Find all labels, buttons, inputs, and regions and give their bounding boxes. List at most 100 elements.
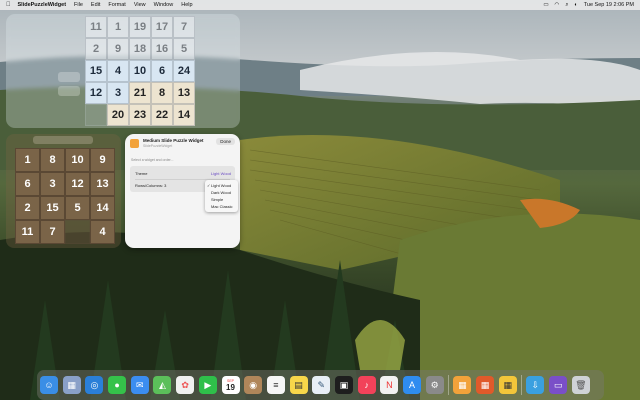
search-icon[interactable]: ⌕ [565, 2, 568, 9]
theme-option-dark-wood[interactable]: Dark Wood [205, 189, 238, 196]
facetime-icon[interactable]: ▶ [198, 376, 217, 394]
menu-app-name[interactable]: SlidePuzzleWidget [18, 2, 67, 8]
puzzle-tile[interactable]: 16 [151, 38, 173, 60]
option-label: Simple [211, 197, 224, 202]
tv-icon[interactable]: ▣ [334, 376, 353, 394]
puzzle-tile[interactable]: 13 [173, 82, 195, 104]
screenshots-icon[interactable]: ▭ [549, 376, 568, 394]
apple-menu-icon[interactable]:  [6, 2, 11, 8]
messages-icon[interactable]: ● [108, 376, 127, 394]
panel-header: Medium Slide Puzzle Widget SlidePuzzleWi… [130, 138, 203, 148]
music-icon[interactable]: ♪ [357, 376, 376, 394]
puzzle-app-icon[interactable]: ▦ [453, 376, 472, 394]
menu-extras: ▭ ◠ ⌕ ◐ Tue Sep 19 2:06 PM [543, 2, 634, 9]
large-slide-puzzle-widget[interactable]: 11 1 19 17 7 2 9 18 16 5 15 4 10 6 24 12… [6, 14, 240, 128]
puzzle-tile[interactable]: 8 [151, 82, 173, 104]
puzzle-tile[interactable]: 15 [85, 60, 107, 82]
launchpad-icon[interactable]: ▦ [62, 376, 81, 394]
puzzle-empty-slot[interactable] [85, 104, 107, 126]
reminders-icon[interactable]: ≡ [266, 376, 285, 394]
puzzle-tile[interactable]: 2 [85, 38, 107, 60]
control-center-icon[interactable]: ◐ [574, 2, 577, 8]
theme-option-mac-classic[interactable]: Mac Classic [205, 203, 238, 210]
photos-icon[interactable]: ✿ [176, 376, 195, 394]
puzzle-tile[interactable]: 18 [129, 38, 151, 60]
puzzle-app-2-icon[interactable]: ▦ [476, 376, 495, 394]
puzzle-tile[interactable]: 9 [107, 38, 129, 60]
safari-icon[interactable]: ◎ [85, 376, 104, 394]
puzzle-empty-slot[interactable] [65, 220, 90, 244]
puzzle-tile[interactable]: 1 [15, 148, 40, 172]
puzzle-tile[interactable]: 8 [40, 148, 65, 172]
puzzle-tile[interactable]: 3 [40, 172, 65, 196]
puzzle-tile[interactable]: 1 [107, 16, 129, 38]
puzzle-tile[interactable]: 5 [173, 38, 195, 60]
menu-help[interactable]: Help [181, 2, 192, 8]
widget-ghost-button [58, 72, 80, 82]
panel-subtitle: SlidePuzzleWidget [143, 144, 173, 148]
puzzle-tile[interactable]: 17 [151, 16, 173, 38]
battery-icon[interactable]: ▭ [543, 2, 548, 8]
puzzle-tile[interactable]: 10 [129, 60, 151, 82]
rows-columns-stepper[interactable]: Rows/Columns: 3 [135, 183, 166, 188]
notes-icon[interactable]: ▤ [289, 376, 308, 394]
menu-format[interactable]: Format [108, 2, 125, 8]
done-button[interactable]: Done [216, 138, 235, 145]
app-store-icon[interactable]: A [403, 376, 421, 394]
calendar-day: 19 [226, 382, 235, 392]
puzzle-tile[interactable]: 7 [173, 16, 195, 38]
puzzle-tile[interactable]: 23 [129, 104, 151, 126]
menu-view[interactable]: View [134, 2, 146, 8]
downloads-icon[interactable]: ⇩ [526, 376, 545, 394]
puzzle-tile[interactable]: 6 [151, 60, 173, 82]
puzzle-tile[interactable]: 4 [90, 220, 115, 244]
puzzle-tile[interactable]: 6 [15, 172, 40, 196]
menu-bar:  SlidePuzzleWidget File Edit Format Vie… [0, 0, 640, 10]
puzzle-app-3-icon[interactable]: ▦ [498, 376, 517, 394]
puzzle-tile[interactable]: 21 [129, 82, 151, 104]
puzzle-tile[interactable]: 22 [151, 104, 173, 126]
puzzle-tile[interactable]: 11 [85, 16, 107, 38]
wifi-icon[interactable]: ◠ [555, 2, 560, 8]
puzzle-tile[interactable]: 10 [65, 148, 90, 172]
puzzle-app-icon [130, 139, 139, 148]
puzzle-tile[interactable]: 12 [65, 172, 90, 196]
theme-option-light-wood[interactable]: ✓ Light Wood [205, 182, 238, 189]
puzzle-tile[interactable]: 14 [90, 196, 115, 220]
puzzle-tile[interactable]: 2 [15, 196, 40, 220]
theme-option-simple[interactable]: Simple [205, 196, 238, 203]
small-slide-puzzle-widget[interactable]: 1 8 10 9 6 3 12 13 2 15 5 14 11 7 4 [6, 134, 121, 248]
puzzle-tile[interactable]: 15 [40, 196, 65, 220]
news-icon[interactable]: N [380, 376, 399, 394]
menu-file[interactable]: File [74, 2, 83, 8]
puzzle-tile[interactable]: 19 [129, 16, 151, 38]
puzzle-tile[interactable]: 11 [15, 220, 40, 244]
calendar-icon[interactable]: SEP 19 [221, 376, 240, 394]
puzzle-tile[interactable]: 24 [173, 60, 195, 82]
puzzle-tile[interactable]: 7 [40, 220, 65, 244]
widget-title-bar [33, 136, 93, 144]
puzzle-tile[interactable]: 12 [85, 82, 107, 104]
option-label: Dark Wood [211, 190, 231, 195]
contacts-icon[interactable]: ◉ [244, 376, 263, 394]
mail-icon[interactable]: ✉ [130, 376, 149, 394]
theme-dropdown-menu: ✓ Light Wood Dark Wood Simple Mac Classic [205, 180, 238, 212]
menu-edit[interactable]: Edit [91, 2, 100, 8]
maps-icon[interactable]: ◭ [153, 376, 172, 394]
menu-clock[interactable]: Tue Sep 19 2:06 PM [584, 2, 634, 8]
puzzle-tile[interactable]: 20 [107, 104, 129, 126]
finder-icon[interactable]: ☺ [40, 376, 58, 394]
menu-window[interactable]: Window [154, 2, 174, 8]
system-settings-icon[interactable]: ⚙ [425, 376, 444, 394]
puzzle-tile[interactable]: 3 [107, 82, 129, 104]
theme-label: Theme [135, 171, 148, 176]
puzzle-tile[interactable]: 5 [65, 196, 90, 220]
freeform-icon[interactable]: ✎ [312, 376, 331, 394]
puzzle-tile[interactable]: 13 [90, 172, 115, 196]
puzzle-tile[interactable]: 4 [107, 60, 129, 82]
trash-icon[interactable]: 🗑 [571, 376, 590, 394]
theme-select[interactable]: Light Wood [211, 171, 231, 176]
puzzle-tile[interactable]: 14 [173, 104, 195, 126]
option-label: Light Wood [211, 183, 232, 188]
puzzle-tile[interactable]: 9 [90, 148, 115, 172]
